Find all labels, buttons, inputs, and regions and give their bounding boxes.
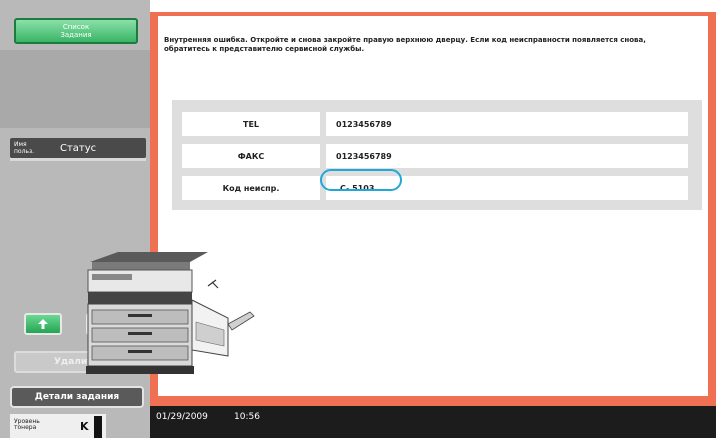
info-label: TEL	[182, 112, 320, 136]
scroll-up-button[interactable]	[24, 313, 62, 335]
job-details-button[interactable]: Детали задания	[10, 386, 144, 408]
tabs-underline	[10, 158, 146, 161]
tab-status[interactable]: Статус	[58, 143, 96, 154]
service-info-table: TEL 0123456789 ФАКС 0123456789 Код неисп…	[172, 100, 702, 210]
arrow-up-icon	[38, 319, 48, 329]
toner-label: Уровень тонера	[14, 418, 40, 431]
info-label: ФАКС	[182, 144, 320, 168]
job-details-button-label: Детали задания	[34, 392, 120, 402]
info-label: Код неиспр.	[182, 176, 320, 200]
toner-level-bar	[94, 416, 102, 438]
job-list-button[interactable]: Список Задания	[14, 18, 138, 44]
panel-band	[0, 50, 150, 128]
job-tabs: Имя польз. Статус	[10, 138, 146, 158]
error-message: Внутренняя ошибка. Откройте и снова закр…	[164, 36, 646, 53]
status-time: 10:56	[234, 412, 260, 422]
info-value: 0123456789	[326, 144, 688, 168]
job-list-button-label: Список Задания	[60, 23, 92, 39]
toner-color-letter: K	[80, 420, 89, 433]
info-row-fax: ФАКС 0123456789	[182, 144, 688, 168]
status-date: 01/29/2009	[156, 412, 208, 422]
copier-illustration	[86, 252, 255, 374]
error-code-highlight	[320, 169, 402, 191]
info-row-error-code: Код неиспр. C- 5103	[182, 176, 688, 200]
tab-user-name[interactable]: Имя польз.	[10, 141, 58, 155]
info-value: 0123456789	[326, 112, 688, 136]
toner-indicator: Уровень тонера K	[10, 414, 106, 438]
info-row-tel: TEL 0123456789	[182, 112, 688, 136]
status-bar: 01/29/2009 10:56	[150, 406, 716, 438]
